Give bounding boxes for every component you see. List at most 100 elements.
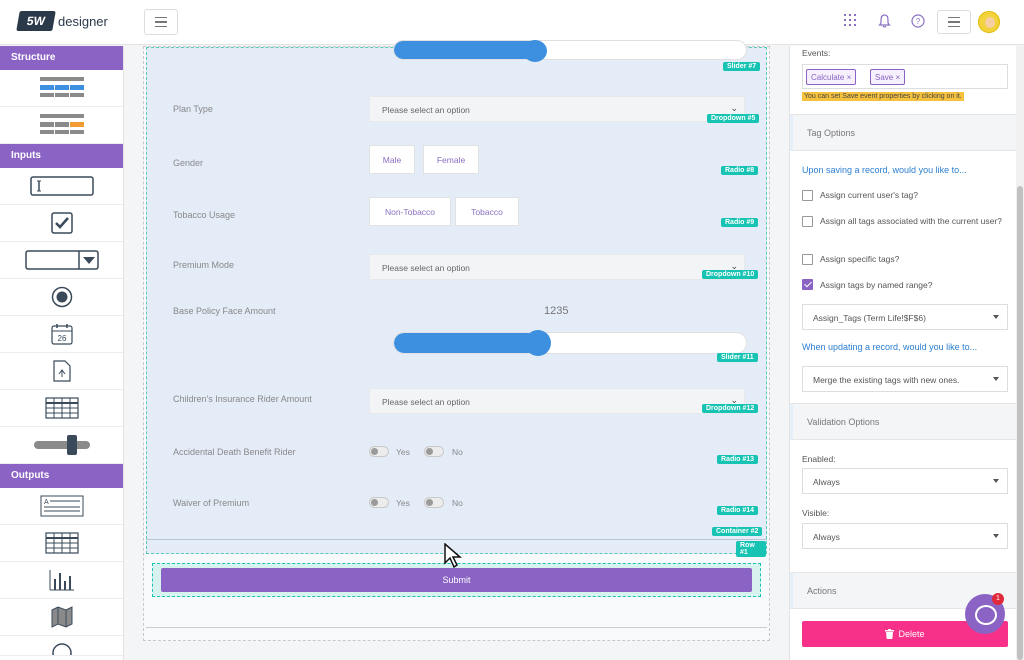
map-tool[interactable] [0,599,123,636]
slider-7-knob[interactable] [523,40,547,62]
enabled-label: Enabled: [802,454,836,464]
events-input[interactable]: Calculate × Save × [802,64,1008,89]
bell-icon[interactable] [876,14,892,30]
checkbox-icon [50,212,73,234]
layout-row-tool[interactable] [0,70,123,107]
table-output-tool[interactable] [0,525,123,562]
update-tags-value: Merge the existing tags with new ones. [813,375,960,385]
help-icon[interactable]: ? [910,14,926,30]
assign-all-tags-checkbox[interactable] [802,216,813,227]
adb-yes-toggle[interactable] [369,446,389,457]
premium-mode-dropdown[interactable]: Please select an option ⌄ [369,254,745,280]
adb-no-toggle[interactable] [424,446,444,457]
map-icon [51,606,72,628]
scrollbar-thumb[interactable] [1017,186,1023,660]
face-amount-label: Base Policy Face Amount [173,306,276,316]
adb-rider-label: Accidental Death Benefit Rider [173,447,296,457]
row-1-tag: Row #1 [736,541,766,557]
text-output-icon: A [40,495,83,517]
text-output-tool[interactable]: A [0,488,123,525]
tag-options-section[interactable]: Tag Options [790,114,1017,151]
grid-tool[interactable] [0,390,123,427]
grid-icon[interactable] [842,14,858,30]
face-amount-slider-knob[interactable] [525,330,552,356]
slider-tool[interactable] [0,427,123,464]
waiver-yes-label: Yes [396,498,410,508]
remove-icon[interactable]: × [847,73,852,82]
named-range-value: Assign_Tags (Term Life!$F$6) [813,313,926,323]
layout-columns-icon [39,114,84,134]
validation-options-section[interactable]: Validation Options [790,403,1017,440]
assign-current-user-tag-checkbox[interactable] [802,190,813,201]
caret-down-icon [993,315,999,319]
radio-14-tag: Radio #14 [717,506,759,515]
visible-value: Always [813,532,840,542]
face-amount-value: 1235 [544,305,569,317]
plan-type-placeholder: Please select an option [382,105,470,115]
section-structure: Structure [0,46,123,70]
assign-tags-named-range-checkbox[interactable] [802,279,813,290]
textbox-icon [29,176,94,196]
gender-label: Gender [173,158,204,168]
face-amount-slider-fill [394,333,539,353]
plan-type-dropdown[interactable]: Please select an option ⌄ [369,96,745,122]
logo-mark: 5W [16,11,56,31]
waiver-yes-toggle[interactable] [369,497,389,508]
slider-7-track[interactable] [393,40,747,60]
assign-specific-tags-checkbox[interactable] [802,254,813,265]
canvas-divider [146,627,767,628]
panel-scrollbar[interactable] [1016,46,1024,660]
submit-button[interactable]: Submit [161,568,752,592]
layout-columns-tool[interactable] [0,107,123,144]
menu-icon[interactable] [937,10,971,34]
named-range-select[interactable]: Assign_Tags (Term Life!$F$6) [802,304,1008,330]
visible-label: Visible: [802,508,830,518]
gender-female-button[interactable]: Female [423,145,479,174]
enabled-select[interactable]: Always [802,468,1008,494]
visible-select[interactable]: Always [802,523,1008,549]
face-amount-slider-track[interactable] [393,332,747,354]
svg-text:?: ? [916,17,921,26]
caret-down-icon [993,534,999,538]
update-tags-select[interactable]: Merge the existing tags with new ones. [802,366,1008,392]
radio-tool[interactable] [0,279,123,316]
chevron-down-icon: ⌄ [730,103,738,113]
bar-chart-icon [49,570,74,591]
app-logo[interactable]: 5W designer [16,11,108,31]
radio-9-tag: Radio #9 [721,218,759,227]
non-tobacco-button[interactable]: Non-Tobacco [369,197,451,226]
chart-tool[interactable] [0,562,123,599]
sidebar-toggle-button[interactable] [144,9,178,35]
checkbox-tool[interactable] [0,205,123,242]
assign-specific-tags-label: Assign specific tags? [820,254,900,264]
dropdown-12-tag: Dropdown #12 [702,404,759,413]
updating-question: When updating a record, would you like t… [802,342,978,352]
table-output-icon [44,532,79,554]
waiver-no-toggle[interactable] [424,497,444,508]
saving-question: Upon saving a record, would you like to.… [802,165,967,175]
event-chip-save[interactable]: Save × [870,69,906,85]
radio-icon [51,286,72,308]
gender-male-button[interactable]: Male [369,145,415,174]
event-chip-calculate[interactable]: Calculate × [806,69,857,85]
file-upload-tool[interactable] [0,353,123,390]
avatar[interactable] [978,11,1000,33]
dropdown-10-tag: Dropdown #10 [702,270,759,279]
assign-all-tags-label: Assign all tags associated with the curr… [820,216,1002,226]
tobacco-label: Tobacco Usage [173,210,236,220]
dropdown-tool[interactable] [0,242,123,279]
logo-text: designer [58,13,108,29]
date-tool[interactable]: 26 [0,316,123,353]
assign-tags-named-range-label: Assign tags by named range? [820,280,933,290]
gauge-tool[interactable] [0,636,123,656]
calendar-icon: 26 [50,324,73,345]
premium-mode-label: Premium Mode [173,260,235,270]
children-rider-label: Children's Insurance Rider Amount [173,394,312,404]
textbox-tool[interactable] [0,168,123,205]
events-hint: You can set Save event properties by cli… [802,92,964,101]
svg-text:A: A [44,499,49,506]
children-rider-dropdown[interactable]: Please select an option ⌄ [369,388,745,414]
remove-icon[interactable]: × [895,73,900,82]
tobacco-button[interactable]: Tobacco [455,197,519,226]
form-container[interactable]: Slider #7 Plan Type Please select an opt… [146,40,767,557]
